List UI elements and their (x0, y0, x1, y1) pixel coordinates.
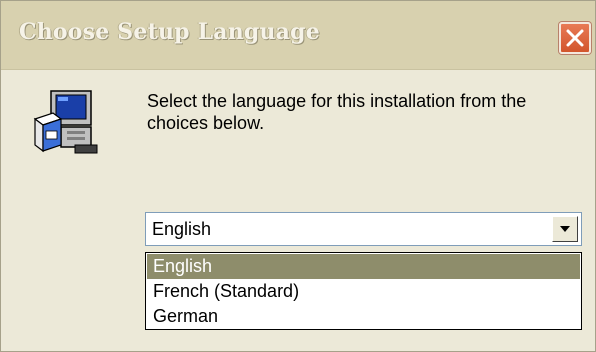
language-option[interactable]: German (147, 304, 580, 329)
dialog-body: Select the language for this installatio… (1, 70, 595, 351)
language-dropdown-list: English French (Standard) German (145, 252, 582, 330)
dropdown-button[interactable] (552, 216, 578, 242)
computer-setup-icon (33, 90, 98, 154)
close-button[interactable] (559, 22, 591, 54)
language-option[interactable]: English (147, 254, 580, 279)
language-option[interactable]: French (Standard) (147, 279, 580, 304)
title-bar[interactable]: Choose Setup Language (1, 1, 595, 70)
close-icon (566, 29, 584, 47)
window-title: Choose Setup Language (19, 19, 320, 45)
setup-language-dialog: Choose Setup Language Select the languag… (0, 0, 596, 352)
language-select[interactable]: English (145, 212, 582, 246)
instruction-text: Select the language for this installatio… (147, 91, 527, 133)
language-select-value: English (152, 219, 212, 239)
chevron-down-icon (560, 226, 570, 232)
